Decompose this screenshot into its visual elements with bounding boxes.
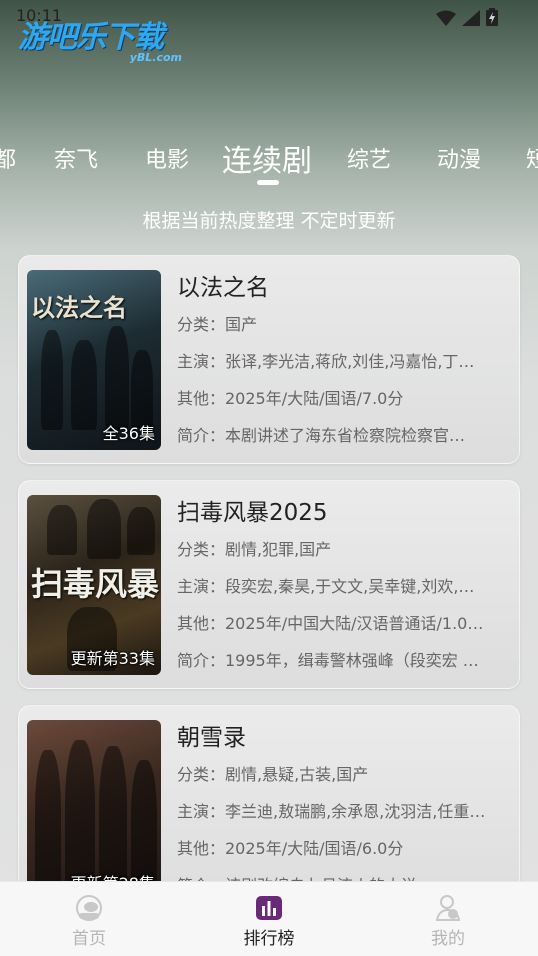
show-cast: 主演：李兰迪,敖瑞鹏,余承恩,沈羽洁,任重… (177, 802, 486, 821)
nav-mine[interactable]: 我的 (398, 894, 498, 949)
bottom-nav: 首页 排行榜 我的 (0, 881, 538, 956)
show-category: 分类：剧情,悬疑,古装,国产 (177, 765, 369, 784)
signal-icon (462, 10, 480, 26)
show-intro: 简介：1995年，缉毒警林强峰（段奕宏 … (177, 651, 479, 670)
show-info: 扫毒风暴2025 分类：剧情,犯罪,国产 主演：段奕宏,秦昊,于文文,吴幸键,刘… (177, 495, 513, 679)
ranking-icon (256, 896, 282, 920)
show-title: 扫毒风暴2025 (177, 500, 328, 526)
wifi-icon (436, 10, 456, 26)
show-card[interactable]: 以法之名 全36集 以法之名 分类：国产 主演：张译,李光洁,蒋欣,刘佳,冯嘉怡… (18, 255, 520, 464)
show-info: 以法之名 分类：国产 主演：张译,李光洁,蒋欣,刘佳,冯嘉怡,丁… 其他：202… (177, 270, 513, 454)
tab-anime[interactable]: 动漫 (437, 142, 481, 174)
show-category: 分类：剧情,犯罪,国产 (177, 540, 332, 559)
show-intro: 简介：本剧讲述了海东省检察院检察官… (177, 426, 466, 445)
nav-home-label: 首页 (72, 929, 106, 949)
tab-movies[interactable]: 电影 (145, 142, 189, 174)
episode-badge: 全36集 (102, 424, 155, 443)
show-category: 分类：国产 (177, 315, 258, 334)
show-title: 朝雪录 (177, 725, 246, 751)
show-list: 以法之名 全36集 以法之名 分类：国产 主演：张译,李光洁,蒋欣,刘佳,冯嘉怡… (0, 255, 538, 881)
show-card[interactable]: 更新第28集 朝雪录 分类：剧情,悬疑,古装,国产 主演：李兰迪,敖瑞鹏,余承恩… (18, 705, 520, 881)
app-logo: 游吧乐下载 yBL.com (18, 18, 188, 70)
nav-home[interactable]: 首页 (39, 894, 139, 949)
show-intro: 简介：该剧改编自九月流火的小说 (177, 867, 513, 881)
show-poster: 扫毒风暴 更新第33集 (27, 495, 161, 675)
tab-partial-left[interactable]: 都 (0, 142, 16, 174)
poster-title-art: 以法之名 (31, 293, 127, 322)
episode-badge: 更新第33集 (70, 649, 155, 668)
show-other: 其他：2025年/中国大陆/汉语普通话/1.0… (177, 614, 484, 633)
battery-icon (486, 8, 498, 26)
show-other: 其他：2025年/大陆/国语/6.0分 (177, 839, 404, 858)
show-cast: 主演：张译,李光洁,蒋欣,刘佳,冯嘉怡,丁… (177, 352, 475, 371)
show-poster: 以法之名 全36集 (27, 270, 161, 450)
tab-variety[interactable]: 综艺 (347, 142, 391, 174)
category-tabs: 都 奈飞 电影 连续剧 综艺 动漫 短 (0, 136, 538, 196)
nav-ranking-label: 排行榜 (243, 929, 295, 949)
nav-mine-label: 我的 (431, 929, 465, 949)
list-subtitle: 根据当前热度整理 不定时更新 (142, 210, 396, 232)
home-icon (76, 895, 102, 921)
show-title: 以法之名 (177, 275, 269, 301)
logo-domain: yBL.com (129, 51, 182, 64)
show-info: 朝雪录 分类：剧情,悬疑,古装,国产 主演：李兰迪,敖瑞鹏,余承恩,沈羽洁,任重… (177, 720, 513, 881)
nav-ranking[interactable]: 排行榜 (219, 894, 319, 949)
tab-series[interactable]: 连续剧 (222, 136, 312, 180)
tab-partial-right[interactable]: 短 (526, 142, 538, 174)
show-poster: 更新第28集 (27, 720, 161, 881)
status-icons (436, 8, 498, 26)
tab-netflix[interactable]: 奈飞 (54, 142, 98, 174)
show-cast: 主演：段奕宏,秦昊,于文文,吴幸键,刘欢,… (177, 577, 475, 596)
show-card[interactable]: 扫毒风暴 更新第33集 扫毒风暴2025 分类：剧情,犯罪,国产 主演：段奕宏,… (18, 480, 520, 689)
profile-icon (435, 895, 461, 921)
show-other: 其他：2025年/大陆/国语/7.0分 (177, 389, 404, 408)
poster-title-art: 扫毒风暴 (31, 565, 160, 603)
active-tab-indicator (257, 180, 279, 185)
episode-badge: 更新第28集 (71, 870, 155, 881)
